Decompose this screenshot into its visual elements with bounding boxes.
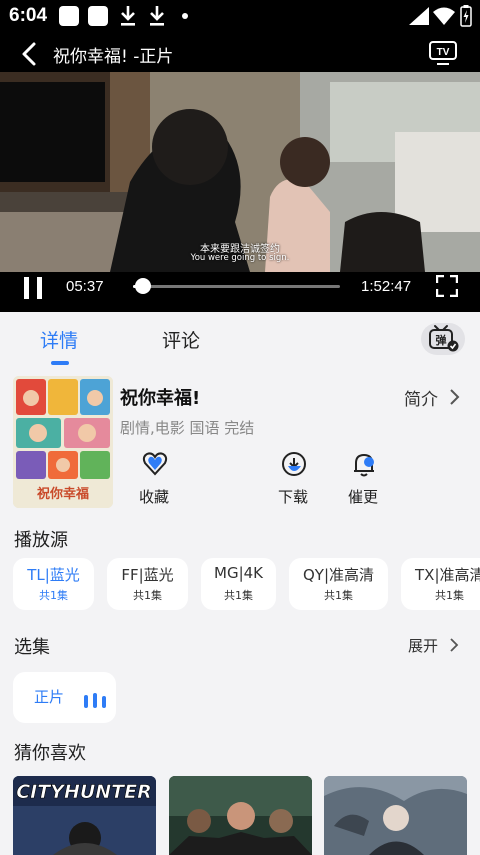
poster-logo: CITYHUNTER [16, 781, 152, 803]
svg-text:TV: TV [437, 47, 450, 58]
source-item[interactable]: FF|蓝光 共1集 [107, 558, 188, 610]
source-section-title: 播放源 [14, 530, 68, 551]
seek-thumb[interactable] [135, 278, 152, 294]
source-item[interactable]: TL|蓝光 共1集 [13, 558, 94, 610]
battery-icon [460, 5, 472, 27]
current-time: 05:37 [66, 278, 104, 295]
heart-icon [142, 452, 168, 476]
status-time: 6:04 [9, 5, 48, 26]
expand-link[interactable]: 展开 [408, 635, 438, 656]
episode-section-title: 选集 [14, 637, 50, 658]
recommend-card[interactable] [169, 776, 312, 855]
detail-panel: 详情 评论 弹 祝你幸福 祝你幸福! 简介 剧情,电影 国语 完结 收藏 下载 … [0, 312, 480, 855]
recommend-card[interactable] [324, 776, 467, 855]
recommend-section-title: 猜你喜欢 [14, 743, 86, 764]
source-name: FF|蓝光 [121, 566, 174, 584]
download-button[interactable]: 下载 [258, 450, 328, 508]
danmaku-button[interactable]: 弹 [421, 323, 465, 355]
video-player[interactable]: 本来要跟洁诚签约 You were going to sign. 05:37 1… [0, 72, 480, 312]
recommend-poster: CITYHUNTER [13, 776, 156, 855]
episode-label: 正片 [34, 688, 65, 706]
source-count: 共1集 [224, 589, 253, 602]
movie-meta: 剧情,电影 国语 完结 [120, 419, 255, 437]
notification-app-icon [59, 6, 79, 26]
signal-icon [409, 7, 429, 25]
favorite-label: 收藏 [138, 488, 169, 506]
player-controls: 05:37 1:52:47 [0, 272, 480, 312]
remind-button[interactable]: 催更 [328, 450, 398, 508]
back-icon[interactable] [16, 40, 44, 68]
status-bar: 6:04 [0, 0, 480, 34]
source-count: 共1集 [435, 589, 464, 602]
tab-indicator [51, 361, 69, 365]
source-count: 共1集 [39, 589, 68, 602]
chevron-right-icon[interactable] [447, 387, 461, 407]
recommend-poster [169, 776, 312, 855]
wifi-icon [433, 7, 455, 25]
chevron-right-icon[interactable] [448, 637, 460, 653]
fullscreen-icon[interactable] [436, 275, 458, 297]
pause-icon[interactable] [22, 276, 44, 300]
total-time: 1:52:47 [361, 278, 412, 295]
movie-title: 祝你幸福! [120, 388, 201, 409]
source-count: 共1集 [324, 589, 353, 602]
download-icon [282, 452, 306, 476]
recommend-poster [324, 776, 467, 855]
recommend-card[interactable]: CITYHUNTER [13, 776, 156, 855]
tab-comment[interactable]: 评论 [162, 326, 200, 353]
source-item[interactable]: TX|准高清 共1集 [401, 558, 480, 610]
poster-art: 祝你幸福 [13, 376, 113, 508]
source-count: 共1集 [133, 589, 162, 602]
bell-icon [354, 453, 374, 477]
more-notifications-dot [182, 13, 188, 19]
subtitle-english: You were going to sign. [190, 253, 290, 263]
source-item[interactable]: MG|4K 共1集 [201, 558, 276, 610]
movie-poster[interactable]: 祝你幸福 [13, 376, 113, 508]
poster-title: 祝你幸福 [37, 486, 89, 502]
player-title-bar: 祝你幸福! -正片 TV [0, 34, 480, 72]
seek-bar[interactable] [133, 278, 340, 294]
favorite-button[interactable]: 收藏 [119, 450, 189, 508]
tv-cast-icon[interactable]: TV [428, 39, 458, 67]
video-title: 祝你幸福! -正片 [53, 47, 174, 67]
source-name: QY|准高清 [302, 566, 375, 584]
episode-item[interactable]: 正片 [13, 672, 116, 723]
svg-text:弹: 弹 [436, 333, 447, 347]
intro-link[interactable]: 简介 [404, 385, 438, 410]
notification-app-icon [88, 6, 108, 26]
source-item[interactable]: QY|准高清 共1集 [289, 558, 388, 610]
equalizer-icon [84, 693, 106, 708]
remind-label: 催更 [347, 488, 378, 506]
download-notification-icon [150, 6, 164, 26]
download-label: 下载 [277, 488, 308, 506]
danmaku-icon: 弹 [429, 325, 459, 352]
source-name: TX|准高清 [415, 566, 480, 584]
download-notification-icon [121, 6, 135, 26]
source-name: TL|蓝光 [27, 566, 80, 584]
tab-detail[interactable]: 详情 [40, 326, 78, 353]
source-name: MG|4K [214, 564, 263, 582]
